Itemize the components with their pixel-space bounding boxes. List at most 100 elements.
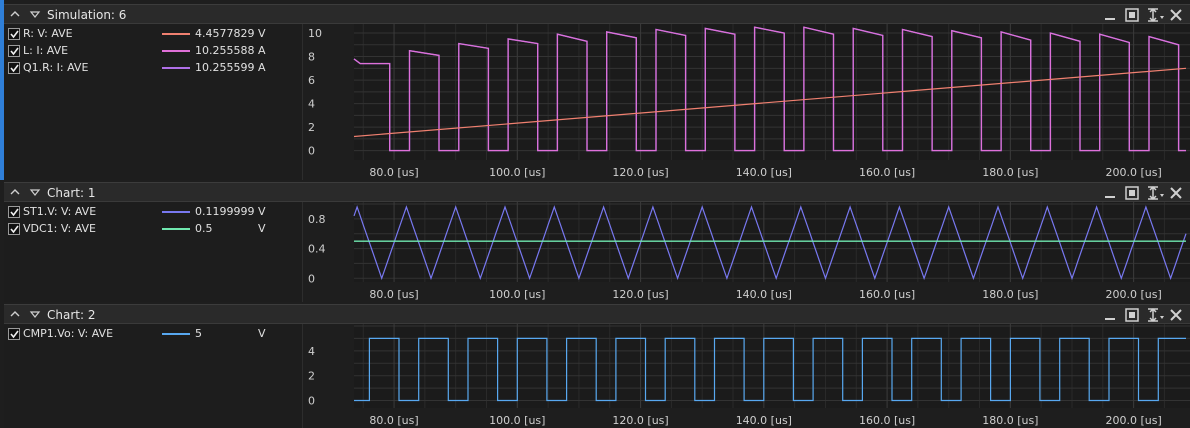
x-tick-label: 100.0 [us] <box>489 288 545 301</box>
chart-panel-chart-2: Chart: 2 CMP1.Vo: V: AVE 5 V 0 2 4 80.0 [us… <box>4 304 1190 428</box>
y-tick-label: 4 <box>308 98 315 111</box>
series-color-swatch <box>162 33 190 35</box>
expand-down-icon[interactable] <box>28 185 42 199</box>
series-unit: V <box>258 327 266 340</box>
series-value: 4.457782979 <box>195 27 255 40</box>
chart-plot-area[interactable]: 0 2 4 80.0 [us] 100.0 [us] 120.0 [us] 140.0 [u… <box>302 324 1190 428</box>
series-color-swatch <box>162 211 190 213</box>
y-tick-label: 0 <box>308 145 315 158</box>
panel-title: Chart: 1 <box>47 186 96 200</box>
expand-down-icon[interactable] <box>28 7 42 21</box>
panel-header: Chart: 2 <box>4 304 1190 324</box>
series-unit: A <box>258 61 266 74</box>
y-tick-label: 0 <box>308 395 315 408</box>
close-icon[interactable] <box>1168 7 1184 23</box>
minimize-icon[interactable] <box>1102 185 1118 201</box>
x-tick-label: 160.0 [us] <box>859 166 915 179</box>
fit-all-icon[interactable] <box>1124 307 1140 323</box>
x-tick-label: 80.0 [us] <box>369 288 418 301</box>
close-icon[interactable] <box>1168 307 1184 323</box>
legend-row: Q1.R: I: AVE 10.25559975 A <box>8 60 302 76</box>
collapse-up-icon[interactable] <box>8 307 22 321</box>
axis-scale-icon[interactable] <box>1146 185 1164 201</box>
y-tick-label: 0.4 <box>308 243 326 256</box>
x-tick-label: 200.0 [us] <box>1105 166 1161 179</box>
fit-all-icon[interactable] <box>1124 7 1140 23</box>
series-unit: V <box>258 205 266 218</box>
y-tick-label: 10 <box>308 27 322 40</box>
series-unit: A <box>258 44 266 57</box>
series-color-swatch <box>162 228 190 230</box>
y-tick-label: 0.8 <box>308 213 326 226</box>
x-tick-label: 100.0 [us] <box>489 414 545 427</box>
series-checkbox[interactable] <box>8 28 20 40</box>
series-value: 10.25558808 <box>195 44 255 57</box>
x-tick-label: 80.0 [us] <box>369 166 418 179</box>
fit-all-icon[interactable] <box>1124 185 1140 201</box>
legend-row: L: I: AVE 10.25558808 A <box>8 43 302 59</box>
series-value: 5 <box>195 327 202 340</box>
series-checkbox[interactable] <box>8 223 20 235</box>
x-tick-label: 180.0 [us] <box>982 166 1038 179</box>
series-name: L: I: AVE <box>23 44 69 57</box>
legend-row: CMP1.Vo: V: AVE 5 V <box>8 326 302 342</box>
series-name: ST1.V: V: AVE <box>23 205 97 218</box>
y-tick-label: 4 <box>308 345 315 358</box>
x-tick-label: 180.0 [us] <box>982 414 1038 427</box>
y-tick-label: 8 <box>308 51 315 64</box>
legend-panel: R: V: AVE 4.457782979 V L: I: AVE 10.255… <box>4 24 303 180</box>
chart-plot-area[interactable]: 0 2 4 6 8 10 80.0 [us] 100.0 [us] 120.0 [us] 140.… <box>302 24 1190 180</box>
series-value: 0.5 <box>195 222 213 235</box>
y-tick-label: 2 <box>308 370 315 383</box>
panel-title: Chart: 2 <box>47 308 96 322</box>
x-tick-label: 140.0 [us] <box>736 288 792 301</box>
legend-row: VDC1: V: AVE 0.5 V <box>8 221 302 237</box>
x-tick-label: 120.0 [us] <box>612 288 668 301</box>
axis-scale-icon[interactable] <box>1146 7 1164 23</box>
plot-background <box>354 202 1190 282</box>
legend-panel: ST1.V: V: AVE 0.119999999 V VDC1: V: AVE… <box>4 202 303 302</box>
x-tick-label: 160.0 [us] <box>859 414 915 427</box>
legend-row: ST1.V: V: AVE 0.119999999 V <box>8 204 302 220</box>
series-color-swatch <box>162 333 190 335</box>
legend-panel: CMP1.Vo: V: AVE 5 V <box>4 324 303 428</box>
series-value: 10.25559975 <box>195 61 255 74</box>
series-checkbox[interactable] <box>8 328 20 340</box>
x-tick-label: 180.0 [us] <box>982 288 1038 301</box>
panel-header: Simulation: 6 <box>4 4 1190 24</box>
minimize-icon[interactable] <box>1102 307 1118 323</box>
collapse-up-icon[interactable] <box>8 185 22 199</box>
series-checkbox[interactable] <box>8 62 20 74</box>
y-tick-label: 6 <box>308 74 315 87</box>
series-value: 0.119999999 <box>195 205 255 218</box>
collapse-up-icon[interactable] <box>8 7 22 21</box>
panel-title: Simulation: 6 <box>47 8 127 22</box>
axis-scale-icon[interactable] <box>1146 307 1164 323</box>
series-name: VDC1: V: AVE <box>23 222 97 235</box>
x-tick-label: 140.0 [us] <box>736 166 792 179</box>
chart-panel-simulation: Simulation: 6 R: V: AVE 4.457782979 V L:… <box>4 4 1190 180</box>
series-checkbox[interactable] <box>8 206 20 218</box>
y-tick-label: 2 <box>308 121 315 134</box>
x-tick-label: 200.0 [us] <box>1105 288 1161 301</box>
x-tick-label: 100.0 [us] <box>489 166 545 179</box>
panel-header: Chart: 1 <box>4 182 1190 202</box>
x-tick-label: 80.0 [us] <box>369 414 418 427</box>
series-checkbox[interactable] <box>8 45 20 57</box>
expand-down-icon[interactable] <box>28 307 42 321</box>
series-name: Q1.R: I: AVE <box>23 61 89 74</box>
series-color-swatch <box>162 67 190 69</box>
x-tick-label: 120.0 [us] <box>612 166 668 179</box>
legend-row: R: V: AVE 4.457782979 V <box>8 26 302 42</box>
series-unit: V <box>258 27 266 40</box>
series-name: R: V: AVE <box>23 27 73 40</box>
x-tick-label: 120.0 [us] <box>612 414 668 427</box>
x-tick-label: 200.0 [us] <box>1105 414 1161 427</box>
minimize-icon[interactable] <box>1102 7 1118 23</box>
x-tick-label: 140.0 [us] <box>736 414 792 427</box>
close-icon[interactable] <box>1168 185 1184 201</box>
chart-plot-area[interactable]: 0 0.4 0.8 80.0 [us] 100.0 [us] 120.0 [us] 140.… <box>302 202 1190 302</box>
series-name: CMP1.Vo: V: AVE <box>23 327 114 340</box>
series-unit: V <box>258 222 266 235</box>
y-tick-label: 0 <box>308 272 315 285</box>
